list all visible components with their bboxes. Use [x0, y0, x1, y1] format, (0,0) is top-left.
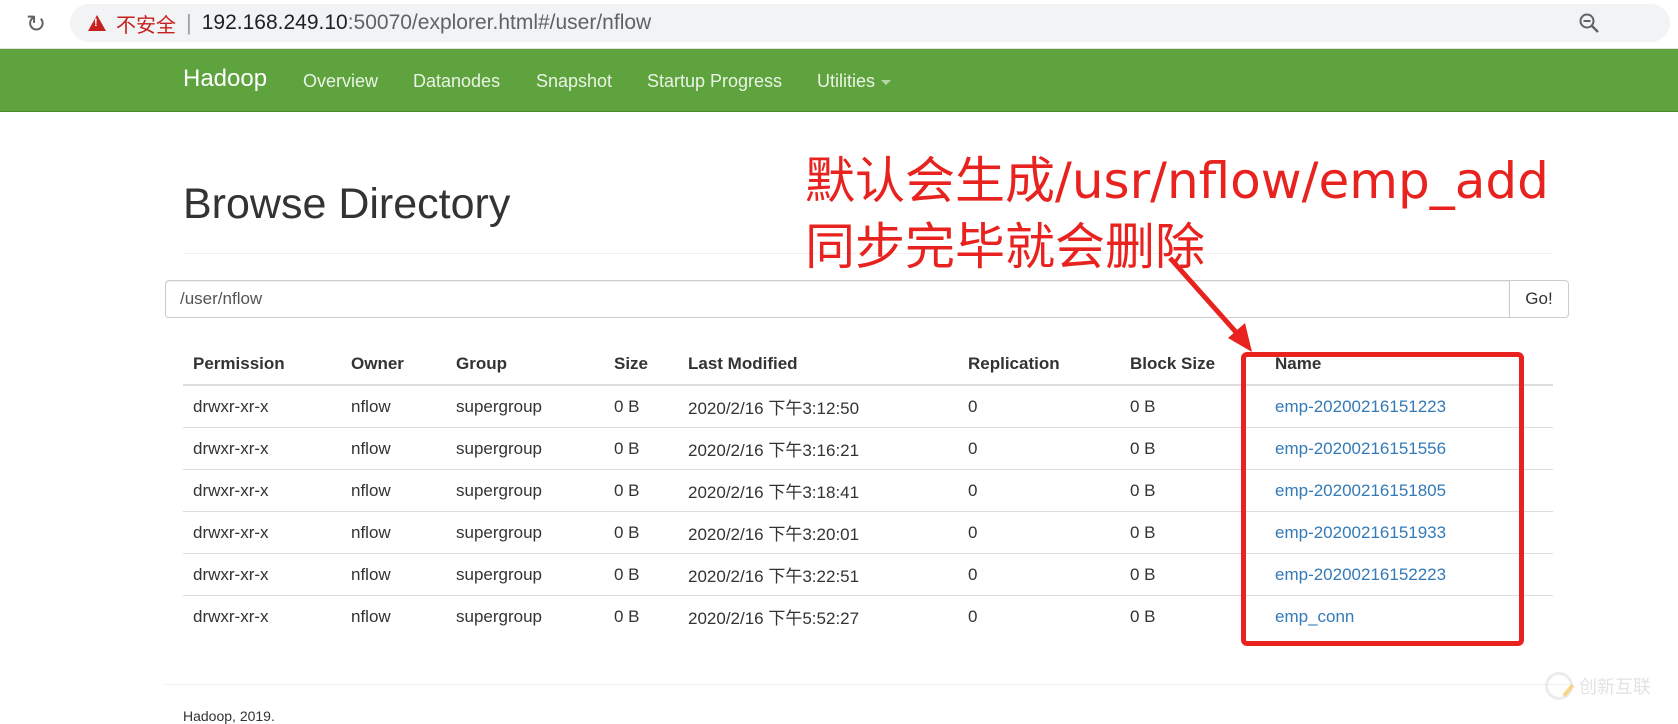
- cell-owner: nflow: [341, 469, 446, 512]
- nav-startup-progress[interactable]: Startup Progress: [647, 71, 782, 92]
- cell-modified: 2020/2/16 下午3:20:01: [678, 511, 958, 554]
- cell-group: supergroup: [446, 511, 604, 554]
- watermark-logo-icon: [1545, 672, 1573, 700]
- watermark: 创新互联: [1545, 672, 1651, 700]
- cell-replication: 0: [968, 396, 978, 416]
- cell-replication: 0: [958, 427, 1120, 470]
- cell-modified: 2020/2/16 下午3:18:41: [678, 469, 958, 512]
- nav-datanodes[interactable]: Datanodes: [413, 71, 500, 92]
- cell-size: 0 B: [604, 427, 678, 470]
- url-host: 192.168.249.10: [201, 11, 348, 34]
- cell-permission: drwxr-xr-x: [183, 469, 341, 512]
- caret-down-icon: [881, 79, 892, 85]
- cell-size: 0 B: [604, 469, 678, 512]
- url-text[interactable]: 192.168.249.10:50070/explorer.html#/user…: [202, 11, 652, 35]
- col-last-modified[interactable]: Last Modified: [678, 344, 958, 386]
- cell-modified: 2020/2/16 下午5:52:27: [678, 595, 958, 637]
- directory-path-input[interactable]: [165, 280, 1510, 318]
- annotation-highlight-box: [1241, 352, 1524, 646]
- footer-text: Hadoop, 2019.: [183, 708, 275, 724]
- cell-replication: 0: [958, 553, 1120, 596]
- col-owner[interactable]: Owner: [341, 344, 446, 386]
- col-permission[interactable]: Permission: [183, 344, 341, 386]
- cell-permission: drwxr-xr-x: [183, 511, 341, 554]
- nav-utilities-label: Utilities: [817, 71, 876, 91]
- divider: [165, 684, 1569, 685]
- cell-owner: nflow: [341, 595, 446, 637]
- cell-group: supergroup: [446, 553, 604, 596]
- browser-toolbar: ↻ 不安全 | 192.168.249.10:50070/explorer.ht…: [0, 0, 1678, 49]
- col-replication[interactable]: Replication: [958, 344, 1120, 386]
- annotation-line-1: 默认会生成/usr/nflow/emp_add: [805, 152, 1549, 210]
- cell-owner: nflow: [341, 427, 446, 470]
- col-size[interactable]: Size: [604, 344, 678, 386]
- brand-link[interactable]: Hadoop: [183, 65, 267, 93]
- navbar: Hadoop Overview Datanodes Snapshot Start…: [0, 49, 1678, 112]
- cell-replication: 0: [958, 469, 1120, 512]
- cell-permission: drwxr-xr-x: [183, 595, 341, 637]
- go-button[interactable]: Go!: [1510, 280, 1569, 318]
- cell-modified: 2020/2/16 下午3:12:50: [688, 399, 860, 418]
- cell-group: supergroup: [446, 595, 604, 637]
- cell-size: 0 B: [604, 553, 678, 596]
- col-group[interactable]: Group: [446, 344, 604, 386]
- cell-replication: 0: [958, 595, 1120, 637]
- cell-modified: 2020/2/16 下午3:16:21: [678, 427, 958, 470]
- reload-icon[interactable]: ↻: [22, 10, 50, 38]
- annotation-line-2: 同步完毕就会删除: [805, 218, 1205, 276]
- path-form: Go!: [165, 280, 1569, 318]
- security-label[interactable]: 不安全: [116, 9, 176, 38]
- nav-snapshot[interactable]: Snapshot: [536, 71, 612, 92]
- cell-group: supergroup: [446, 469, 604, 512]
- cell-permission: drwxr-xr-x: [183, 427, 341, 470]
- annotation-text: 默认会生成/usr/nflow/emp_add 同步完毕就会删除: [805, 148, 1549, 280]
- cell-permission: drwxr-xr-x: [183, 553, 341, 596]
- warning-icon: [88, 15, 106, 31]
- cell-size: 0 B: [604, 595, 678, 637]
- cell-replication: 0: [958, 511, 1120, 554]
- separator: |: [186, 10, 192, 35]
- nav-overview[interactable]: Overview: [303, 71, 378, 92]
- page-title: Browse Directory: [183, 180, 511, 228]
- cell-modified: 2020/2/16 下午3:22:51: [678, 553, 958, 596]
- cell-size: 0 B: [614, 396, 640, 416]
- cell-size: 0 B: [604, 511, 678, 554]
- zoom-out-icon[interactable]: [1578, 12, 1600, 34]
- cell-group: supergroup: [446, 427, 604, 470]
- cell-owner: nflow: [341, 553, 446, 596]
- cell-owner: nflow: [341, 511, 446, 554]
- cell-owner: nflow: [351, 396, 391, 416]
- nav-utilities[interactable]: Utilities: [817, 71, 892, 92]
- cell-permission: drwxr-xr-x: [193, 396, 269, 416]
- cell-group: supergroup: [456, 396, 543, 416]
- address-bar[interactable]: 不安全 | 192.168.249.10:50070/explorer.html…: [70, 4, 1670, 42]
- watermark-text: 创新互联: [1579, 677, 1651, 698]
- url-rest: :50070/explorer.html#/user/nflow: [347, 11, 652, 34]
